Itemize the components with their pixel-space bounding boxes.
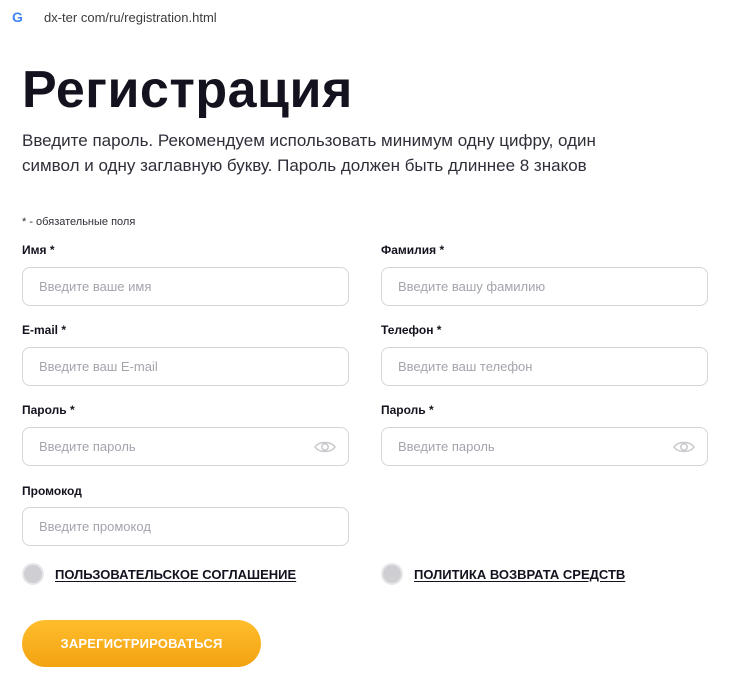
agreement-checkbox[interactable] xyxy=(22,563,44,585)
first-name-label: Имя * xyxy=(22,243,55,257)
email-input[interactable] xyxy=(22,347,349,386)
required-note: * - обязательные поля xyxy=(22,216,136,228)
password-label: Пароль * xyxy=(22,403,75,417)
address-bar[interactable]: G dx-ter com/ru/registration.html xyxy=(0,0,731,36)
phone-label: Телефон * xyxy=(381,323,442,337)
url-text[interactable]: dx-ter com/ru/registration.html xyxy=(44,10,217,25)
refund-checkbox[interactable] xyxy=(381,563,403,585)
password-confirm-label: Пароль * xyxy=(381,403,434,417)
eye-icon[interactable] xyxy=(314,440,336,454)
last-name-input[interactable] xyxy=(381,267,708,306)
refund-policy-link[interactable]: ПОЛИТИКА ВОЗВРАТА СРЕДСТВ xyxy=(414,567,625,582)
promo-input[interactable] xyxy=(22,507,349,546)
promo-label: Промокод xyxy=(22,484,82,498)
last-name-label: Фамилия * xyxy=(381,243,445,257)
google-g-icon: G xyxy=(12,9,23,25)
register-button[interactable]: ЗАРЕГИСТРИРОВАТЬСЯ xyxy=(22,620,261,667)
intro-text: Введите пароль. Рекомендуем использовать… xyxy=(22,131,596,175)
password-input[interactable] xyxy=(22,427,349,466)
eye-icon[interactable] xyxy=(673,440,695,454)
email-label: E-mail * xyxy=(22,323,67,337)
agreement-link[interactable]: ПОЛЬЗОВАТЕЛЬСКОЕ СОГЛАШЕНИЕ xyxy=(55,567,296,582)
password-confirm-input[interactable] xyxy=(381,427,708,466)
phone-input[interactable] xyxy=(381,347,708,386)
first-name-input[interactable] xyxy=(22,267,349,306)
page-title: Регистрация xyxy=(22,61,353,119)
